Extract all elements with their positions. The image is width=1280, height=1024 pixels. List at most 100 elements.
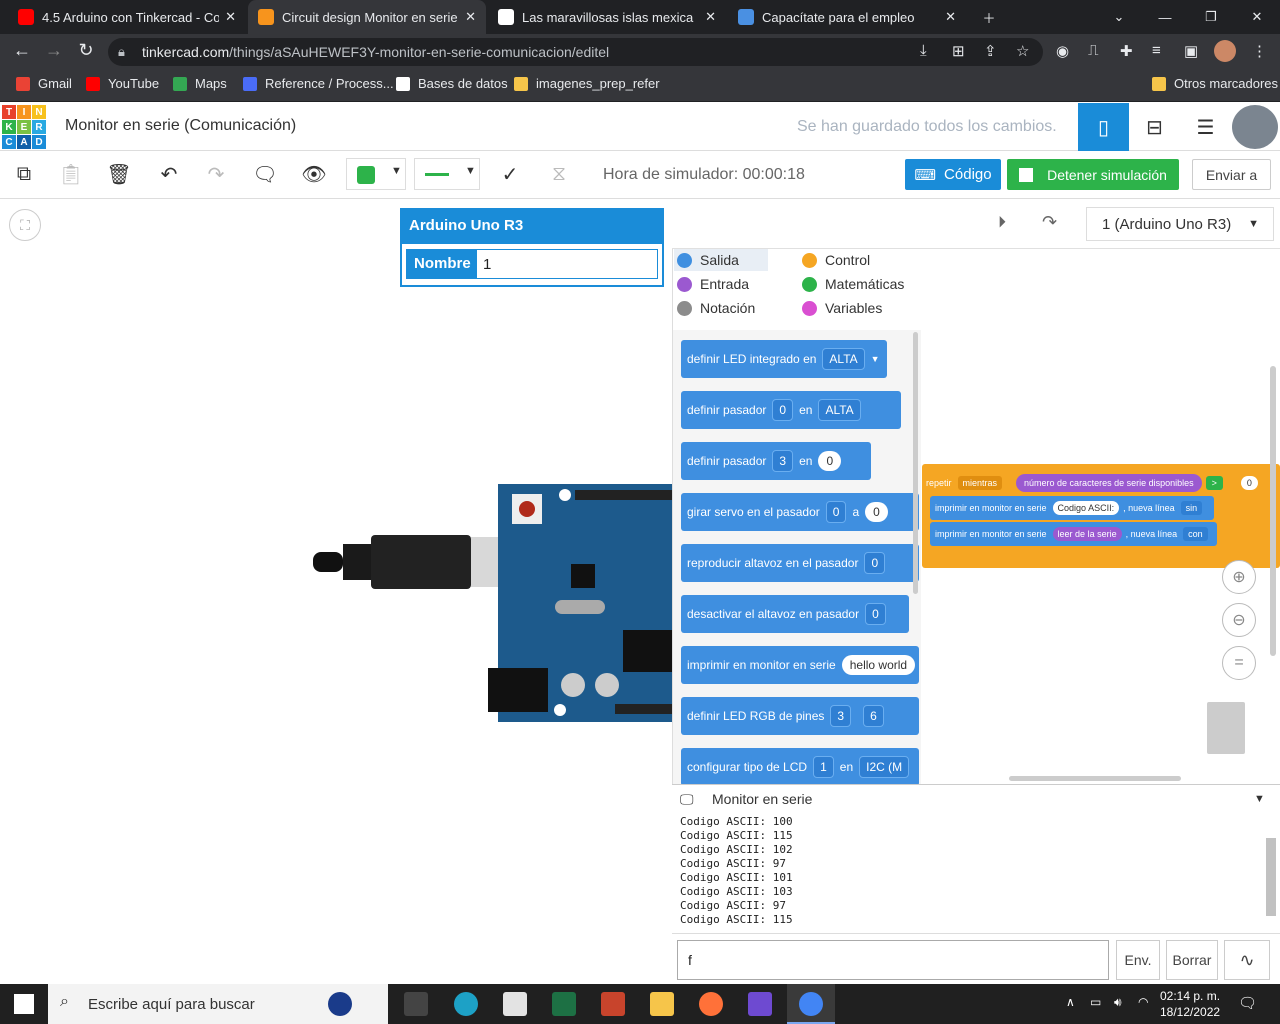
block-girar-servo[interactable]: girar servo en el pasador 0 a 0 [681,493,919,531]
component-list-icon[interactable]: ☰ [1180,103,1231,151]
browser-tab-active[interactable]: Circuit design Monitor en serie (C ✕ [248,0,486,34]
undo-icon[interactable]: ↶ [155,160,183,188]
device-select[interactable]: 1 (Arduino Uno R3) ▼ [1086,207,1274,241]
note-icon[interactable]: 🗨︎ [251,160,279,188]
excel-icon[interactable] [552,992,576,1016]
taskbar-clock[interactable]: 02:14 p. m. 18/12/2022 [1160,988,1220,1020]
chrome-icon[interactable] [799,992,823,1016]
back-icon[interactable]: ← [10,40,34,61]
chevron-up-icon[interactable]: ∧ [1066,995,1075,1009]
close-tab-icon[interactable]: ✕ [945,9,956,25]
serial-monitor-header[interactable]: 🖵 Monitor en serie ▼ [672,784,1280,814]
bookmark-imagenes[interactable]: imagenes_prep_refer [514,76,660,91]
block-definir-pasador[interactable]: definir pasador 0 en ALTA [681,391,901,429]
volume-icon[interactable]: 🔊︎ [1114,995,1122,1010]
redo-icon[interactable]: ↷ [202,160,230,188]
category-control[interactable]: Control [802,252,870,268]
color-picker[interactable]: ▼ [346,158,406,190]
task-view-icon[interactable] [404,992,428,1016]
bookmark-otros[interactable]: Otros marcadores [1152,76,1278,91]
forward-icon[interactable]: → [42,40,66,61]
zoom-out-icon[interactable]: ⊖ [1222,603,1256,637]
media-icon[interactable]: ≡ [1152,42,1161,59]
print-block-2[interactable]: imprimir en monitor en serie leer de la … [930,522,1217,546]
arduino-circuit[interactable] [305,480,672,725]
copy-icon[interactable]: ⧉ [10,160,38,188]
browser-tab[interactable]: 4.5 Arduino con Tinkercad - Com ✕ [8,0,246,34]
translate-icon[interactable]: ⊞ [952,42,965,60]
extension-icon[interactable]: ⎍ [1088,42,1099,59]
name-input[interactable]: 1 [476,249,658,279]
menu-icon[interactable]: ⋮ [1252,42,1267,60]
graph-icon[interactable]: ∿ [1224,940,1270,980]
close-tab-icon[interactable]: ✕ [705,9,716,25]
tab-search-icon[interactable]: ⌄ [1096,0,1142,34]
delete-icon[interactable]: 🗑︎ [105,160,133,188]
wire-type-picker[interactable]: ▼ [414,158,480,190]
serial-output[interactable]: Codigo ASCII: 100 Codigo ASCII: 115 Codi… [672,814,1280,934]
mirror-icon[interactable]: ⧖ [545,160,573,188]
rotate-icon[interactable]: ✓ [496,160,524,188]
clear-button[interactable]: Borrar [1166,940,1218,980]
powerpoint-icon[interactable] [601,992,625,1016]
step-icon[interactable]: ⏵ [998,214,1006,232]
chevron-down-icon[interactable]: ▼ [1254,793,1265,805]
bookmark-youtube[interactable]: YouTube [86,76,159,91]
category-salida[interactable]: Salida [677,252,739,268]
wifi-icon[interactable]: ◠ [1138,995,1148,1009]
firefox-icon[interactable] [699,992,723,1016]
close-tab-icon[interactable]: ✕ [465,9,476,25]
send-button[interactable]: Env. [1116,940,1160,980]
star-icon[interactable]: ☆ [1016,42,1029,60]
battery-icon[interactable]: ▭ [1090,995,1101,1009]
app-icon[interactable] [748,992,772,1016]
file-explorer-icon[interactable] [650,992,674,1016]
category-entrada[interactable]: Entrada [677,276,749,292]
extension-icon[interactable]: ◉ [1056,42,1069,60]
block-configurar-lcd[interactable]: configurar tipo de LCD 1 en I2C (M [681,748,919,786]
category-notacion[interactable]: Notación [677,300,755,316]
category-variables[interactable]: Variables [802,300,882,316]
arduino-board[interactable] [488,484,672,722]
search-highlight-icon[interactable] [328,992,352,1016]
stop-simulation-button[interactable]: Detener simulación [1007,159,1179,190]
bookmark-reference[interactable]: Reference / Process... [243,76,394,91]
block-desactivar-altavoz[interactable]: desactivar el altavoz en pasador 0 [681,595,909,633]
lock-icon[interactable]: 🔒︎ [118,44,125,60]
zoom-in-icon[interactable]: ⊕ [1222,560,1256,594]
palette-scrollbar[interactable] [913,332,918,594]
block-led-integrado[interactable]: definir LED integrado en ALTA ▼ [681,340,887,378]
code-button[interactable]: ⌨ Código [905,159,1001,190]
close-window-icon[interactable]: ✕ [1234,0,1280,34]
url-field[interactable]: tinkercad.com/things/aSAuHEWEF3Y-monitor… [108,38,1043,66]
browser-tab[interactable]: Capacítate para el empleo ✕ [728,0,966,34]
block-led-rgb[interactable]: definir LED RGB de pines 3 6 [681,697,919,735]
schematic-view-icon[interactable]: ⊟ [1129,103,1180,151]
notes-visibility-icon[interactable]: 👁︎ [300,160,328,188]
serial-scrollbar[interactable] [1266,838,1276,916]
category-matematicas[interactable]: Matemáticas [802,276,904,292]
workspace-hscrollbar[interactable] [1009,776,1181,781]
send-to-button[interactable]: Enviar a [1192,159,1271,190]
zoom-reset-icon[interactable]: = [1222,646,1256,680]
close-tab-icon[interactable]: ✕ [225,9,236,25]
minimize-icon[interactable]: — [1142,0,1188,34]
trash-icon[interactable] [1207,702,1245,754]
install-icon[interactable]: ⤓ [920,42,927,59]
tinkercad-logo[interactable]: T I N K E R C A D [2,105,46,149]
user-avatar[interactable] [1232,105,1278,149]
debug-icon[interactable]: ↷ [1042,212,1057,233]
windows-start-icon[interactable] [14,994,34,1014]
serial-input[interactable]: f [677,940,1109,980]
reload-icon[interactable]: ↻ [74,40,98,61]
store-icon[interactable] [503,992,527,1016]
bookmark-gmail[interactable]: Gmail [16,76,72,91]
paste-icon[interactable]: 📋︎ [57,160,85,188]
share-icon[interactable]: ⇪ [984,42,997,60]
bookmark-maps[interactable]: Maps [173,76,227,91]
new-tab-icon[interactable]: ＋ [966,0,1012,34]
block-definir-pasador-valor[interactable]: definir pasador 3 en 0 [681,442,871,480]
circuit-view-icon[interactable]: ▯ [1078,103,1129,151]
fit-view-icon[interactable]: ⛶ [9,209,41,241]
block-reproducir-altavoz[interactable]: reproducir altavoz en el pasador 0 [681,544,919,582]
